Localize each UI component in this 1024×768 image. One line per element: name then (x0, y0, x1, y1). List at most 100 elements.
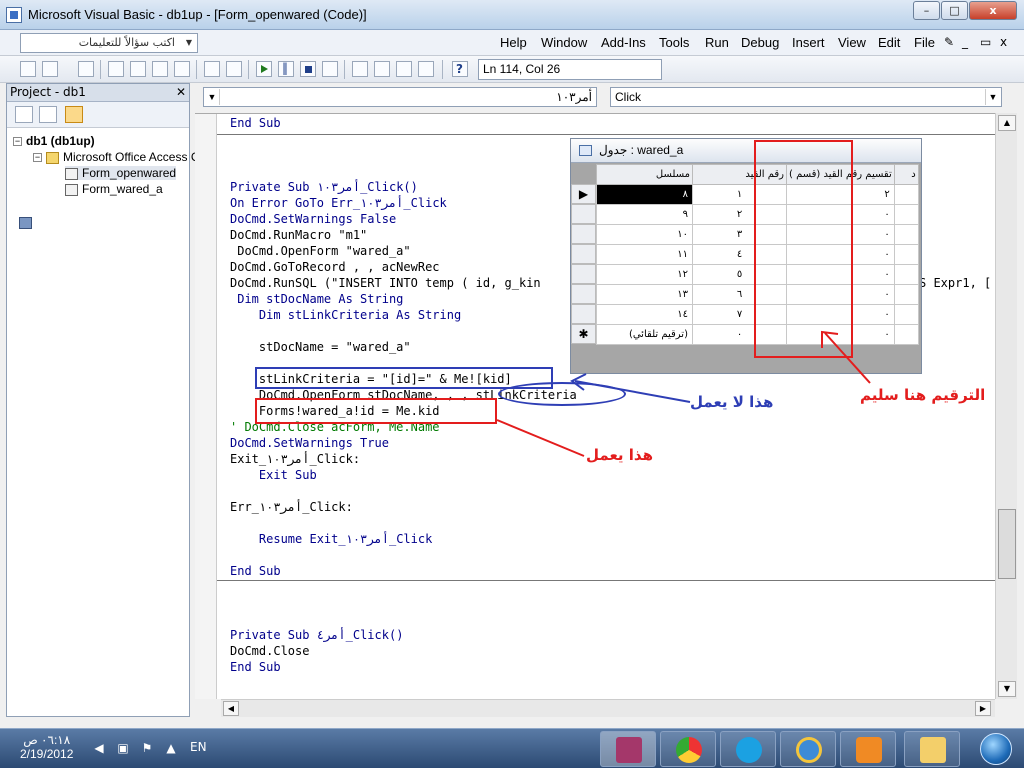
menu-tools[interactable]: Tools (659, 35, 689, 50)
vertical-scrollbar[interactable]: ▲ ▼ (995, 113, 1017, 699)
code-line[interactable]: On Error GoTo Err_أمر١٠٣_Click (230, 196, 447, 210)
collapse-icon[interactable]: − (13, 137, 22, 147)
find-icon[interactable] (174, 61, 190, 77)
cell[interactable] (893, 224, 919, 245)
properties-icon[interactable] (374, 61, 390, 77)
record-selector[interactable] (571, 224, 596, 244)
menu-view[interactable]: View (838, 35, 866, 50)
cell[interactable] (893, 244, 919, 265)
scroll-up-icon[interactable]: ▲ (998, 115, 1016, 131)
design-mode-icon[interactable] (322, 61, 338, 77)
procedure-combo[interactable]: Click ▼ (610, 87, 1002, 107)
menu-window[interactable]: Window (541, 35, 587, 50)
menu-run[interactable]: Run (705, 35, 729, 50)
minimize-button[interactable]: – (913, 1, 940, 20)
action-center-icon[interactable]: ⚑ (140, 741, 154, 755)
object-combo[interactable]: أمر١٠٣ ▼ (203, 87, 597, 107)
reset-icon[interactable] (300, 61, 316, 77)
menu-edit[interactable]: Edit (878, 35, 900, 50)
cell[interactable] (893, 284, 919, 305)
tree-node-access-objects[interactable]: − Microsoft Office Access C (33, 150, 199, 164)
cell[interactable]: ١٣ (596, 284, 693, 305)
code-line[interactable]: Private Sub أمر١٠٣_Click() (230, 180, 418, 194)
code-line[interactable]: DoCmd.SetWarnings False (230, 212, 396, 226)
code-line[interactable]: DoCmd.GoToRecord , , acNewRec (230, 260, 440, 274)
record-selector[interactable] (571, 244, 596, 264)
cell[interactable] (893, 184, 919, 205)
cell[interactable]: ١١ (596, 244, 693, 265)
cell[interactable]: ١٢ (596, 264, 693, 285)
redo-icon[interactable] (226, 61, 242, 77)
insert-module-icon[interactable] (42, 61, 58, 77)
language-indicator[interactable]: EN (190, 740, 207, 754)
scroll-thumb[interactable] (998, 509, 1016, 579)
save-icon[interactable] (78, 61, 94, 77)
code-line[interactable]: Private Sub أمر٤_Click() (230, 628, 403, 642)
chevron-down-icon[interactable]: ▼ (205, 89, 220, 105)
cell[interactable] (893, 264, 919, 285)
record-selector[interactable]: ▶ (571, 184, 596, 204)
cell[interactable]: ١٠ (596, 224, 693, 245)
undo-icon[interactable] (204, 61, 220, 77)
taskbar-ie[interactable] (780, 731, 836, 767)
menu-add-ins[interactable]: Add-Ins (601, 35, 646, 50)
view-access-icon[interactable] (20, 61, 36, 77)
tree-node-form-wared-a[interactable]: Form_wared_a (65, 182, 163, 196)
taskbar-media[interactable] (840, 731, 896, 767)
ask-question-box[interactable]: اكتب سؤالاً للتعليمات ▼ (20, 33, 198, 53)
code-line[interactable]: Exit_أمر١٠٣_Click: (230, 452, 360, 466)
help-icon[interactable] (452, 61, 468, 77)
scroll-down-icon[interactable]: ▼ (998, 681, 1016, 697)
maximize-button[interactable]: □ (941, 1, 968, 20)
mdi-minimize-button[interactable]: _ (962, 35, 968, 49)
code-line[interactable]: Exit Sub (230, 468, 317, 482)
cell[interactable] (893, 324, 919, 345)
network-icon[interactable]: ▣ (116, 741, 130, 755)
object-browser-icon[interactable] (396, 61, 412, 77)
mdi-restore-button[interactable]: ▭ (980, 35, 991, 49)
code-line[interactable]: End Sub (230, 660, 281, 674)
cell[interactable]: ٩ (596, 204, 693, 225)
cell[interactable] (893, 304, 919, 325)
horizontal-scrollbar[interactable]: ◀ ▶ (221, 699, 995, 717)
mdi-close-button[interactable]: x (1000, 35, 1007, 49)
run-icon[interactable] (256, 61, 272, 77)
break-icon[interactable] (278, 61, 294, 77)
cell[interactable]: (ترقيم تلقائي) (596, 324, 693, 345)
code-line[interactable]: Dim stDocName As String (230, 292, 403, 306)
taskbar-skype[interactable] (720, 731, 776, 767)
copy-icon[interactable] (130, 61, 146, 77)
menu-insert[interactable]: Insert (792, 35, 825, 50)
record-selector[interactable] (571, 284, 596, 304)
cut-icon[interactable] (108, 61, 124, 77)
tree-node-project[interactable]: − db1 (db1up) (13, 134, 95, 229)
view-code-icon[interactable] (15, 106, 33, 123)
show-hidden-icons-icon[interactable]: ▲ (164, 741, 178, 755)
record-selector[interactable] (571, 304, 596, 324)
code-line[interactable]: End Sub (230, 116, 281, 130)
record-selector[interactable]: ✱ (571, 324, 596, 344)
code-line[interactable]: Resume Exit_أمر١٠٣_Click (230, 532, 432, 546)
taskbar-chrome[interactable] (660, 731, 716, 767)
code-line[interactable]: DoCmd.Close (230, 644, 309, 658)
column-header-serial[interactable]: مسلسل (596, 164, 693, 185)
taskbar-explorer[interactable] (904, 731, 960, 767)
volume-icon[interactable]: ◀ (92, 741, 106, 755)
scroll-left-icon[interactable]: ◀ (223, 701, 239, 716)
code-line[interactable]: Dim stLinkCriteria As String (230, 308, 461, 322)
code-line[interactable]: Err_أمر١٠٣_Click: (230, 500, 353, 514)
project-explorer-icon[interactable] (352, 61, 368, 77)
menu-file[interactable]: File (914, 35, 935, 50)
vb-app-icon[interactable] (6, 7, 22, 23)
tray-clock[interactable]: ٠٦:١٨ ص 2/19/2012 (20, 733, 73, 761)
cell[interactable]: ١٤ (596, 304, 693, 325)
menu-help[interactable]: Help (500, 35, 527, 50)
toggle-folders-icon[interactable] (65, 106, 83, 123)
close-icon[interactable]: ✕ (176, 84, 186, 101)
paste-icon[interactable] (152, 61, 168, 77)
record-selector[interactable] (571, 264, 596, 284)
code-line[interactable]: stDocName = "wared_a" (230, 340, 411, 354)
column-header-extra[interactable]: د (893, 164, 919, 185)
code-line[interactable]: DoCmd.RunSQL ("INSERT INTO temp ( id, g_… (230, 276, 541, 290)
code-line[interactable]: DoCmd.OpenForm "wared_a" (230, 244, 410, 258)
